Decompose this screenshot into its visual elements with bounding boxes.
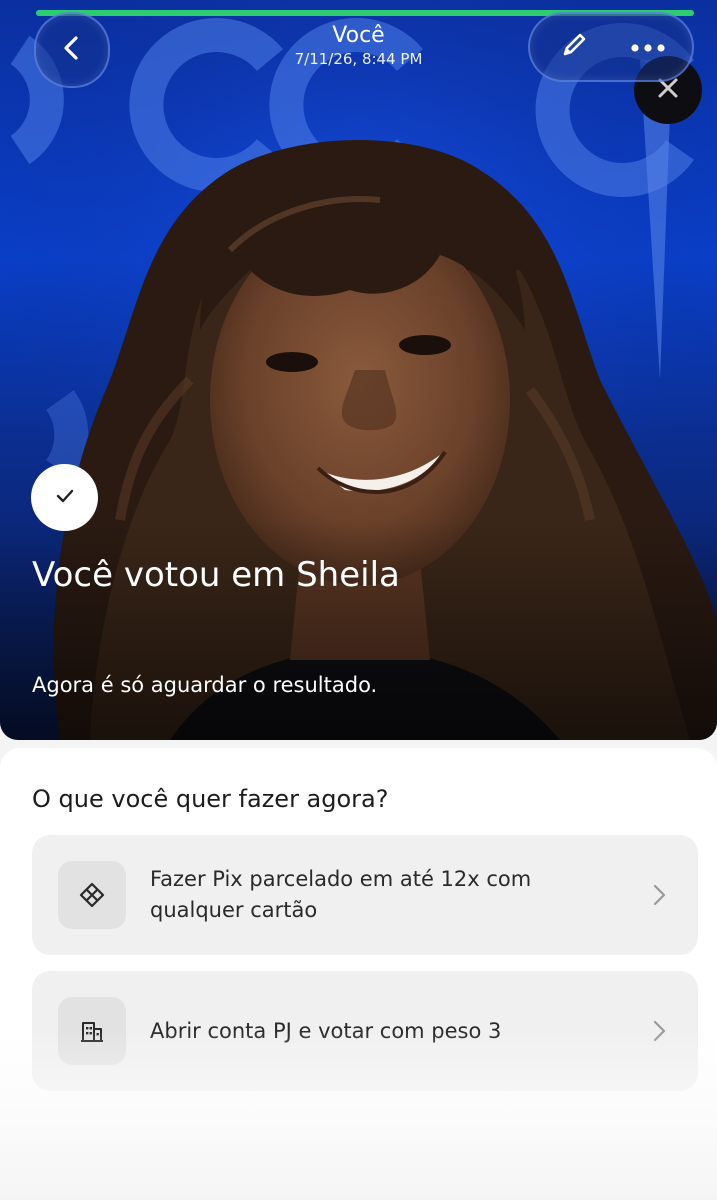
vote-confirmation-title: Você votou em Sheila bbox=[32, 555, 400, 595]
vote-confirmation-screen: Você 7/11/26, 8:44 PM Você votou em Shei… bbox=[0, 0, 717, 1200]
edit-button[interactable] bbox=[544, 17, 604, 77]
pencil-icon bbox=[559, 30, 589, 64]
vote-confirmation-subtitle: Agora é só aguardar o resultado. bbox=[32, 673, 378, 697]
vote-confirmed-badge bbox=[31, 464, 98, 531]
building-icon bbox=[58, 997, 126, 1065]
hero-photo-banner: Você 7/11/26, 8:44 PM Você votou em Shei… bbox=[0, 0, 717, 740]
next-actions-panel: O que você quer fazer agora? Fazer Pix p… bbox=[0, 748, 717, 1200]
pix-icon bbox=[58, 861, 126, 929]
pix-installments-option[interactable]: Fazer Pix parcelado em até 12x com qualq… bbox=[32, 835, 698, 955]
more-options-button[interactable] bbox=[618, 17, 678, 77]
next-actions-title: O que você quer fazer agora? bbox=[32, 785, 389, 813]
chevron-right-icon bbox=[650, 883, 668, 907]
open-pj-account-option[interactable]: Abrir conta PJ e votar com peso 3 bbox=[32, 971, 698, 1091]
option-label: Fazer Pix parcelado em até 12x com qualq… bbox=[150, 867, 532, 922]
option-label: Abrir conta PJ e votar com peso 3 bbox=[150, 1018, 502, 1043]
header-actions bbox=[528, 12, 694, 82]
chevron-right-icon bbox=[650, 1019, 668, 1043]
ellipsis-icon bbox=[630, 38, 666, 57]
checkmark-icon bbox=[55, 488, 75, 508]
hero-background-illustration bbox=[0, 0, 717, 740]
